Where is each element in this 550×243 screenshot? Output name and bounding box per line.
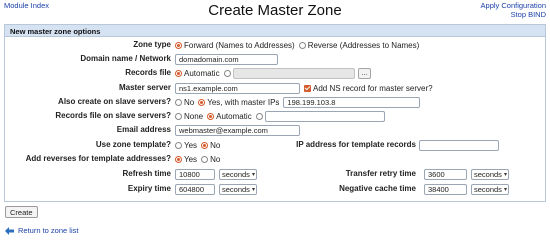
template-ip-label: IP address for template records xyxy=(296,140,416,149)
chevron-down-icon: ▾ xyxy=(503,171,507,178)
return-to-zone-list-link[interactable]: Return to zone list xyxy=(5,226,78,235)
slave-servers-label: Also create on slave servers? xyxy=(58,97,171,106)
slave-servers-row: Also create on slave servers? No Yes, wi… xyxy=(5,95,545,109)
zone-type-label: Zone type xyxy=(133,40,171,49)
negative-unit-value: seconds xyxy=(474,184,502,194)
records-file-label: Records file xyxy=(125,68,171,77)
chevron-down-icon: ▾ xyxy=(503,186,507,193)
refresh-retry-row: Refresh time 10800 seconds ▾ Transfer re… xyxy=(5,167,545,181)
add-ns-label: Add NS record for master server? xyxy=(313,83,433,93)
return-link-label: Return to zone list xyxy=(18,226,79,235)
create-button[interactable]: Create xyxy=(5,206,38,218)
negative-cache-label: Negative cache time xyxy=(339,184,416,193)
zone-template-label: Use zone template? xyxy=(95,140,171,149)
master-server-input[interactable]: ns1.example.com xyxy=(175,82,300,94)
slave-servers-yes-label: Yes, with master IPs xyxy=(207,97,280,107)
expiry-time-label: Expiry time xyxy=(127,184,171,193)
add-reverses-no-label: No xyxy=(210,154,221,164)
zone-type-forward-label: Forward (Names to Addresses) xyxy=(184,40,295,50)
add-reverses-yes-label: Yes xyxy=(184,154,198,164)
zone-template-yes-label: Yes xyxy=(184,140,198,150)
slave-records-automatic-radio[interactable] xyxy=(207,112,215,120)
zone-type-reverse-label: Reverse (Addresses to Names) xyxy=(307,40,420,50)
records-file-automatic-label: Automatic xyxy=(184,68,220,78)
refresh-unit-select[interactable]: seconds ▾ xyxy=(219,168,257,180)
zone-template-row: Use zone template? Yes No IP address for… xyxy=(5,138,545,152)
email-input[interactable]: webmaster@example.com xyxy=(175,124,300,136)
slave-servers-no-radio[interactable] xyxy=(175,98,182,106)
negative-unit-select[interactable]: seconds ▾ xyxy=(471,183,509,195)
negative-cache-input[interactable]: 38400 xyxy=(424,183,467,195)
master-server-row: Master server ns1.example.com Add NS rec… xyxy=(5,81,545,95)
expiry-unit-value: seconds xyxy=(222,184,250,194)
slave-records-custom-radio[interactable] xyxy=(255,112,263,120)
add-reverses-no-radio[interactable] xyxy=(201,155,209,163)
email-row: Email address webmaster@example.com xyxy=(5,123,545,137)
zone-template-no-label: No xyxy=(210,140,221,150)
add-reverses-row: Add reverses for template addresses? Yes… xyxy=(5,152,545,166)
retry-time-input[interactable]: 3600 xyxy=(424,168,467,180)
zone-type-row: Zone type Forward (Names to Addresses) R… xyxy=(5,38,545,52)
chevron-down-icon: ▾ xyxy=(251,171,255,178)
slave-records-automatic-label: Automatic xyxy=(216,111,252,121)
zone-template-yes-radio[interactable] xyxy=(175,141,182,149)
zone-template-no-radio[interactable] xyxy=(201,141,209,149)
slave-records-none-radio[interactable] xyxy=(175,112,182,120)
master-server-label: Master server xyxy=(118,83,171,92)
top-bar: Module Index Create Master Zone Apply Co… xyxy=(0,0,550,26)
domain-name-row: Domain name / Network domadomain.com xyxy=(5,52,545,66)
records-file-input[interactable] xyxy=(232,67,355,79)
retry-time-label: Transfer retry time xyxy=(345,169,416,178)
zone-options-panel: New master zone options Zone type Forwar… xyxy=(4,24,546,202)
records-file-custom-radio[interactable] xyxy=(223,69,231,77)
records-file-row: Records file Automatic ... xyxy=(5,66,545,80)
apply-configuration-link[interactable]: Apply Configuration xyxy=(481,1,546,10)
expiry-time-input[interactable]: 604800 xyxy=(175,183,215,195)
slave-records-label: Records file on slave servers? xyxy=(55,111,171,120)
zone-type-forward-radio[interactable] xyxy=(175,41,182,49)
add-reverses-yes-radio[interactable] xyxy=(175,155,182,163)
email-label: Email address xyxy=(116,125,171,134)
slave-servers-no-label: No xyxy=(184,97,195,107)
retry-unit-value: seconds xyxy=(474,169,502,179)
template-ip-input[interactable] xyxy=(419,139,499,151)
zone-type-reverse-radio[interactable] xyxy=(298,41,306,49)
panel-heading: New master zone options xyxy=(5,25,545,37)
page-title: Create Master Zone xyxy=(208,2,342,19)
domain-name-input[interactable]: domadomain.com xyxy=(175,53,278,65)
chevron-down-icon: ▾ xyxy=(251,186,255,193)
slave-records-none-label: None xyxy=(184,111,204,121)
left-arrow-icon xyxy=(5,226,14,235)
refresh-unit-value: seconds xyxy=(222,169,250,179)
add-reverses-label: Add reverses for template addresses? xyxy=(25,154,171,163)
expiry-negative-row: Expiry time 604800 seconds ▾ Negative ca… xyxy=(5,182,545,196)
records-file-automatic-radio[interactable] xyxy=(175,69,182,77)
add-ns-checkbox[interactable] xyxy=(304,84,311,92)
refresh-time-input[interactable]: 10800 xyxy=(175,168,215,180)
expiry-unit-select[interactable]: seconds ▾ xyxy=(219,183,257,195)
retry-unit-select[interactable]: seconds ▾ xyxy=(471,168,509,180)
domain-name-label: Domain name / Network xyxy=(80,54,171,63)
slave-servers-yes-radio[interactable] xyxy=(198,98,206,106)
records-file-browse-button[interactable]: ... xyxy=(357,67,372,79)
master-ips-input[interactable]: 198.199.103.8 xyxy=(283,96,421,108)
slave-records-input[interactable] xyxy=(264,110,385,122)
refresh-time-label: Refresh time xyxy=(122,169,171,178)
stop-bind-link[interactable]: Stop BIND xyxy=(511,10,546,19)
slave-records-row: Records file on slave servers? None Auto… xyxy=(5,109,545,123)
